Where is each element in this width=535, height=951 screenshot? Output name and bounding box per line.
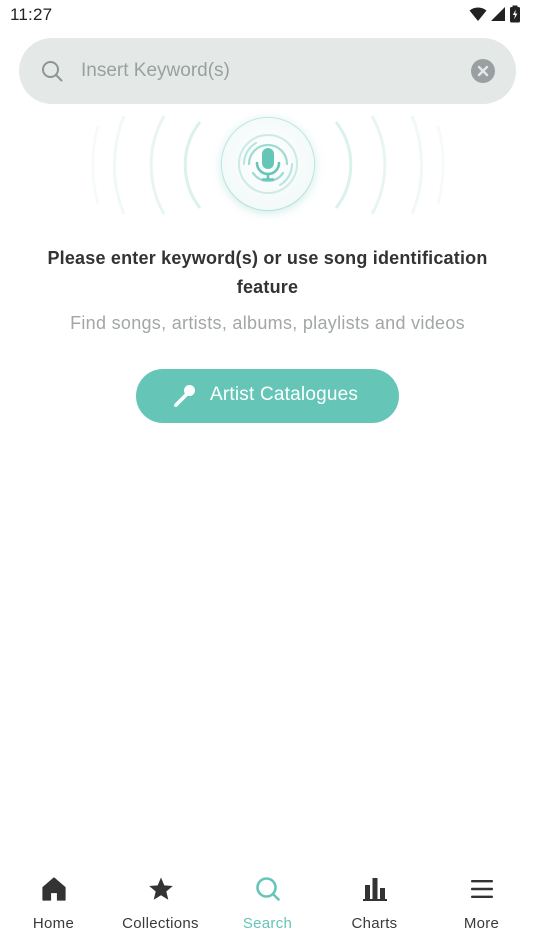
status-time: 11:27 bbox=[10, 5, 53, 24]
artist-catalogues-label: Artist Catalogues bbox=[210, 384, 359, 405]
prompt-subtitle: Find songs, artists, albums, playlists a… bbox=[70, 313, 465, 333]
nav-item-charts[interactable]: Charts bbox=[321, 862, 428, 951]
menu-icon bbox=[470, 880, 493, 898]
clear-search-button[interactable] bbox=[471, 59, 495, 83]
artist-catalogues-button[interactable]: Artist Catalogues bbox=[136, 369, 399, 423]
star-icon bbox=[148, 877, 173, 900]
bottom-navigation: Home Collections Search Charts More bbox=[0, 862, 535, 951]
nav-item-more[interactable]: More bbox=[428, 862, 535, 951]
microphone-icon bbox=[238, 134, 298, 194]
nav-item-collections[interactable]: Collections bbox=[107, 862, 214, 951]
song-identification-area bbox=[0, 108, 535, 223]
nav-label-home: Home bbox=[32, 915, 75, 932]
search-icon bbox=[42, 61, 63, 82]
search-input[interactable] bbox=[81, 52, 461, 90]
nav-item-search[interactable]: Search bbox=[214, 862, 321, 951]
clear-icon bbox=[477, 65, 489, 77]
nav-item-home[interactable]: Home bbox=[0, 862, 107, 951]
prompt-title: Please enter keyword(s) or use song iden… bbox=[47, 248, 488, 297]
search-screen: 11:27 Insert Keyword(s) Please enter key… bbox=[0, 0, 535, 951]
handheld-microphone-icon bbox=[173, 385, 195, 408]
cell-signal-icon bbox=[491, 7, 505, 21]
nav-label-more: More bbox=[463, 915, 500, 932]
status-bar: 11:27 bbox=[0, 0, 535, 30]
search-icon bbox=[255, 877, 280, 901]
battery-icon bbox=[510, 5, 520, 23]
nav-label-search: Search bbox=[242, 915, 293, 932]
nav-label-charts: Charts bbox=[351, 915, 398, 932]
home-icon bbox=[41, 877, 66, 901]
bar-chart-icon bbox=[362, 878, 387, 901]
status-icons bbox=[469, 5, 521, 23]
search-bar[interactable] bbox=[19, 38, 516, 104]
wifi-icon bbox=[469, 7, 487, 21]
nav-label-collections: Collections bbox=[122, 915, 199, 932]
song-identification-button[interactable] bbox=[222, 118, 314, 210]
